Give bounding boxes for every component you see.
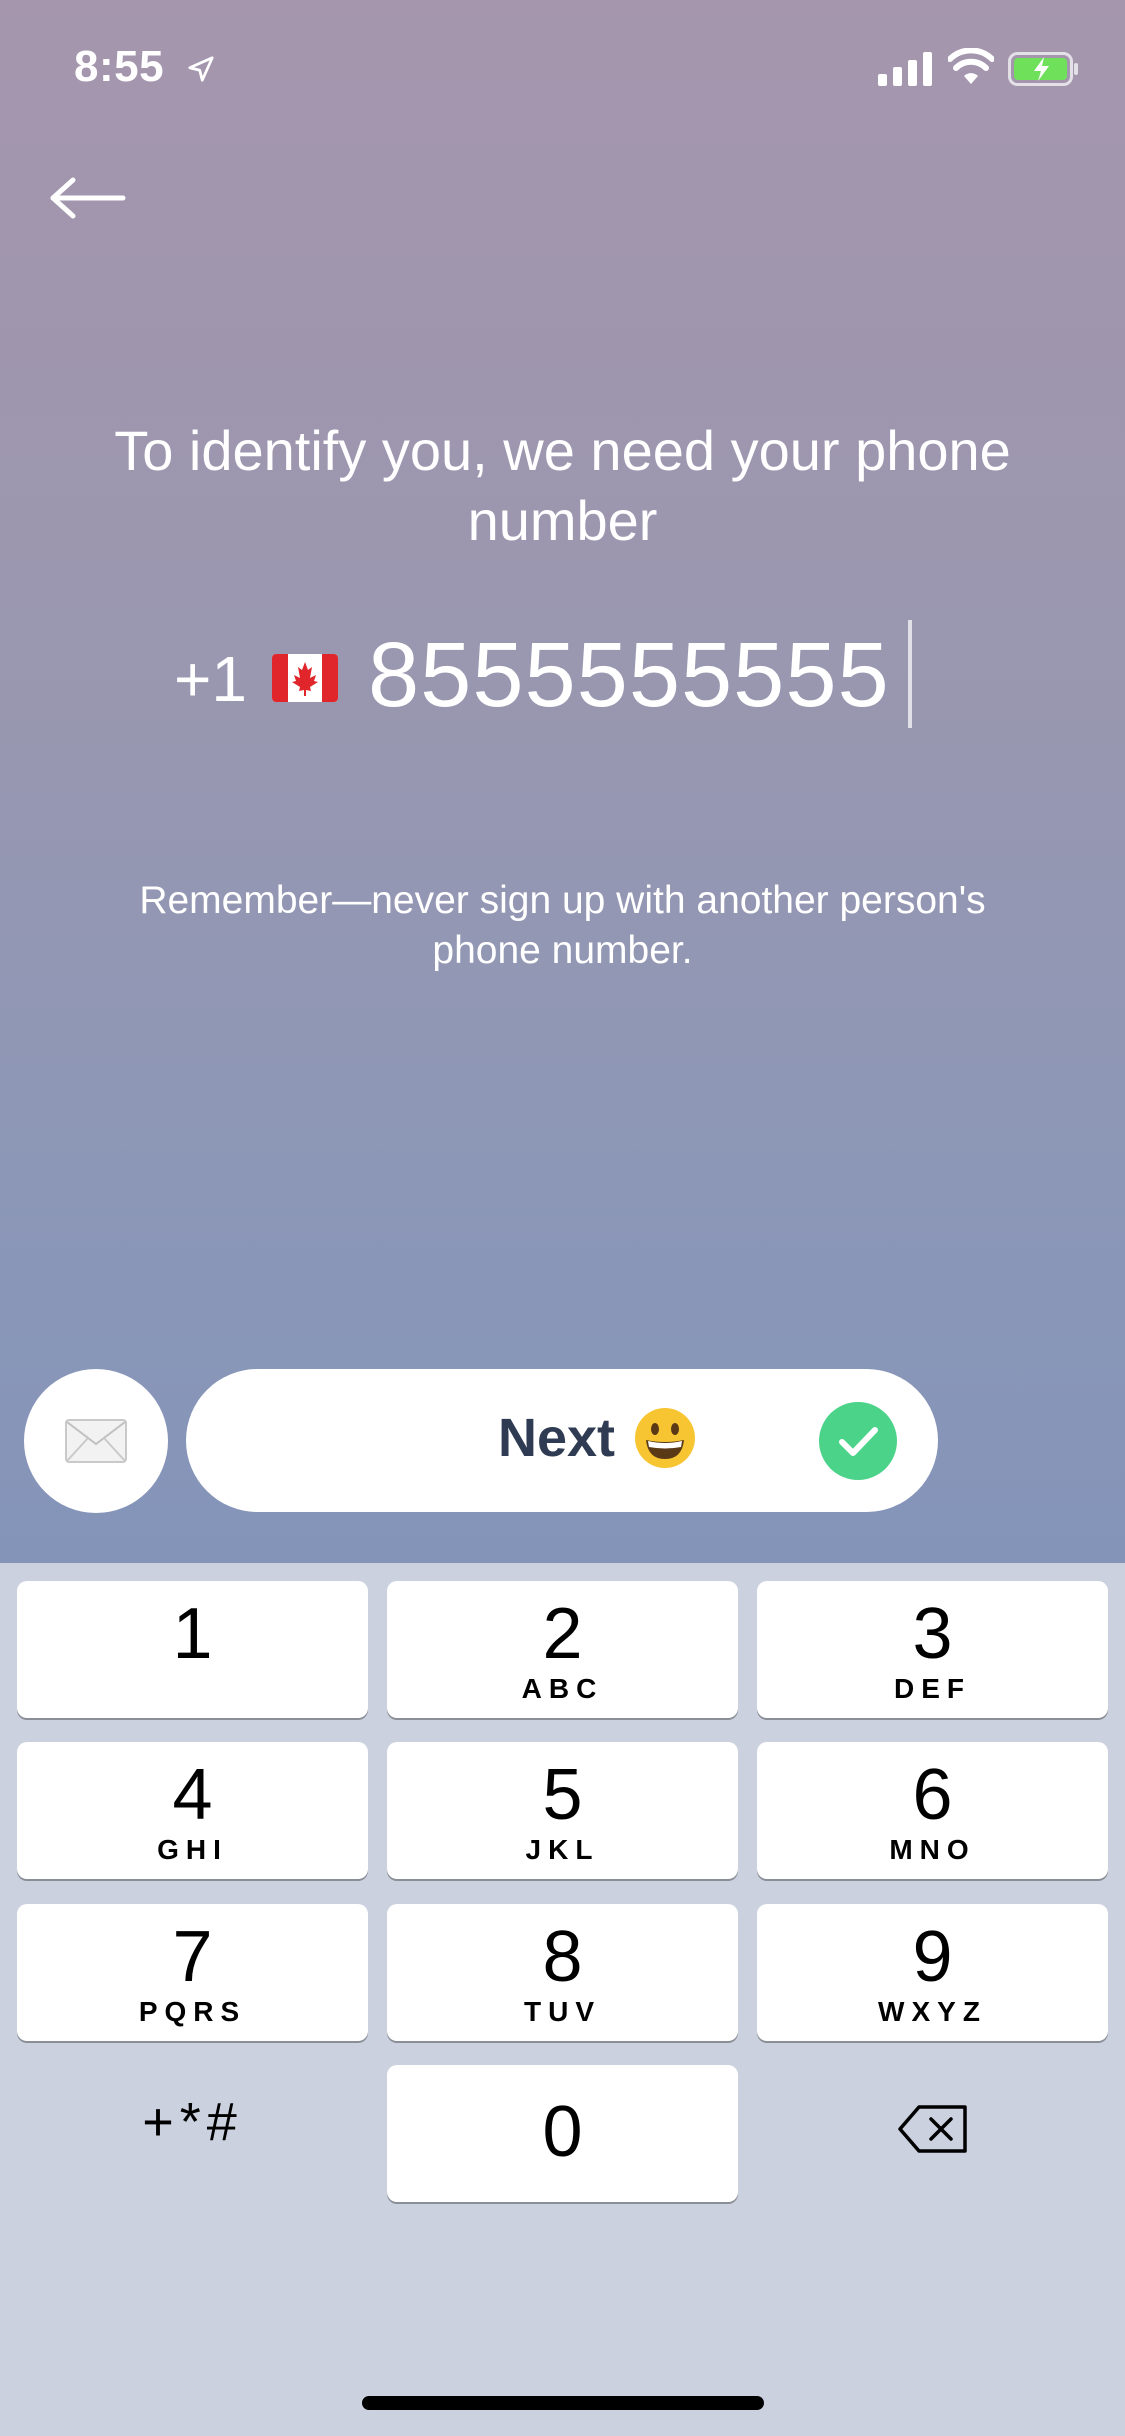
key-7[interactable]: 7 PQRS xyxy=(17,1904,368,2041)
key-letters: TUV xyxy=(524,1996,601,2027)
battery-charging-icon xyxy=(1008,52,1078,86)
location-arrow-icon xyxy=(188,56,214,82)
phone-number-input[interactable] xyxy=(368,612,928,738)
email-signup-button[interactable] xyxy=(24,1369,168,1513)
key-0[interactable]: 0 xyxy=(387,2065,738,2202)
key-letters: PQRS xyxy=(138,1996,247,2027)
key-digit: 6 xyxy=(912,1755,953,1835)
key-digit: 1 xyxy=(172,1594,213,1674)
key-5[interactable]: 5 JKL xyxy=(387,1742,738,1879)
check-circle-icon xyxy=(819,1402,897,1480)
next-button[interactable]: Next xyxy=(186,1369,938,1512)
key-3[interactable]: 3 DEF xyxy=(757,1581,1108,1718)
key-2[interactable]: 2 ABC xyxy=(387,1581,738,1718)
next-label: Next xyxy=(498,1408,616,1468)
country-code[interactable]: +1 xyxy=(174,642,247,716)
home-indicator[interactable] xyxy=(362,2396,764,2410)
key-1[interactable]: 1 xyxy=(17,1581,368,1718)
text-caret xyxy=(908,620,912,728)
key-symbols[interactable]: +*# xyxy=(17,2054,368,2191)
key-6[interactable]: 6 MNO xyxy=(757,1742,1108,1879)
key-letters: DEF xyxy=(894,1673,971,1704)
hero-background xyxy=(0,0,1125,1563)
key-digit: 5 xyxy=(542,1755,583,1835)
wifi-icon xyxy=(948,48,994,84)
arrow-left-icon xyxy=(50,177,126,219)
back-button[interactable] xyxy=(44,168,130,228)
delete-key[interactable] xyxy=(757,2060,1108,2197)
key-digit: 2 xyxy=(542,1594,583,1674)
key-4[interactable]: 4 GHI xyxy=(17,1742,368,1879)
key-digit: 4 xyxy=(172,1755,213,1835)
key-letters: GHI xyxy=(157,1834,228,1865)
key-digit: 9 xyxy=(912,1917,953,1997)
phone-number-row: +1 xyxy=(0,610,1125,740)
canada-flag-icon[interactable] xyxy=(272,654,338,702)
key-digit: 8 xyxy=(542,1917,583,1997)
key-digit: 3 xyxy=(912,1594,953,1674)
key-digit: 0 xyxy=(542,2092,583,2172)
key-letters: WXYZ xyxy=(878,1996,987,2027)
envelope-icon xyxy=(65,1419,127,1463)
status-time: 8:55 xyxy=(74,42,165,91)
grinning-face-icon xyxy=(635,1408,695,1468)
backspace-icon xyxy=(897,2104,967,2153)
key-letters: ABC xyxy=(521,1673,604,1704)
key-9[interactable]: 9 WXYZ xyxy=(757,1904,1108,2041)
reminder-text: Remember—never sign up with another pers… xyxy=(139,879,986,972)
key-digit: 7 xyxy=(172,1917,213,1997)
key-letters: MNO xyxy=(889,1834,976,1865)
key-8[interactable]: 8 TUV xyxy=(387,1904,738,2041)
cellular-signal-icon xyxy=(878,52,932,86)
status-bar: 8:55 xyxy=(0,0,1125,132)
page-title: To identify you, we need your phone numb… xyxy=(114,419,1011,552)
key-letters: JKL xyxy=(525,1834,600,1865)
